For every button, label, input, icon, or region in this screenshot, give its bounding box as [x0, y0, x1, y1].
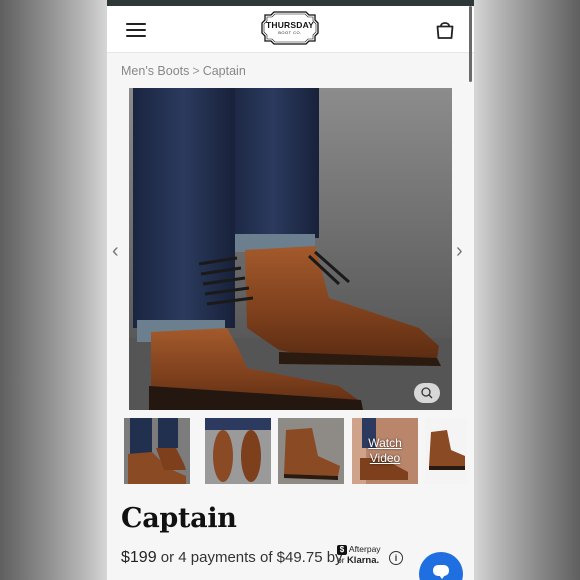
breadcrumb-link-mens-boots[interactable]: Men's Boots: [121, 64, 189, 78]
site-header: THURSDAY BOOT CO.: [107, 6, 474, 53]
thumbnail-video[interactable]: Watch Video: [352, 418, 418, 484]
breadcrumb-current[interactable]: Captain: [203, 64, 246, 78]
product-title: Captain: [121, 503, 237, 534]
chat-bubble-icon: [433, 565, 449, 579]
right-blur-backdrop: [474, 0, 580, 580]
info-icon[interactable]: i: [389, 551, 403, 565]
hamburger-menu-icon[interactable]: [126, 22, 146, 38]
installments-text: or 4 payments of $49.75 by: [160, 549, 343, 566]
payment-providers[interactable]: $ Afterpay or Klarna.: [337, 544, 381, 566]
price-row: $199 or 4 payments of $49.75 by: [121, 549, 343, 567]
chevron-left-icon[interactable]: ‹: [112, 236, 119, 266]
main-product-image[interactable]: [129, 88, 452, 410]
magnifier-icon: [421, 387, 433, 399]
afterpay-label: Afterpay: [348, 544, 381, 554]
watch-video-label: Watch Video: [368, 436, 402, 465]
klarna-label: Klarna.: [346, 555, 380, 566]
breadcrumb: Men's Boots > Captain: [121, 64, 246, 78]
shopping-bag-icon[interactable]: [434, 19, 456, 41]
afterpay-logo-icon: $: [337, 544, 347, 555]
chat-button[interactable]: [419, 552, 463, 580]
brand-logo[interactable]: THURSDAY BOOT CO.: [261, 11, 319, 45]
logo-brand-text: THURSDAY: [265, 20, 315, 30]
left-blur-backdrop: [0, 0, 107, 580]
product-price: $199: [121, 549, 157, 566]
mobile-page: THURSDAY BOOT CO. Men's Boots > Captain ‹ …: [107, 0, 474, 580]
breadcrumb-separator: >: [192, 64, 200, 78]
zoom-button[interactable]: [414, 383, 440, 403]
thumbnail-3[interactable]: [278, 418, 344, 484]
or-label: or: [337, 555, 345, 565]
thumbnail-2[interactable]: [205, 418, 271, 484]
page-scrollbar[interactable]: [469, 6, 472, 82]
thumbnail-5[interactable]: [425, 418, 467, 484]
thumbnail-1[interactable]: [124, 418, 190, 484]
chevron-right-icon[interactable]: ›: [456, 236, 463, 266]
logo-sub-text: BOOT CO.: [278, 30, 302, 35]
thumbnail-strip: Watch Video: [124, 418, 474, 484]
boot-photo: [129, 88, 452, 410]
